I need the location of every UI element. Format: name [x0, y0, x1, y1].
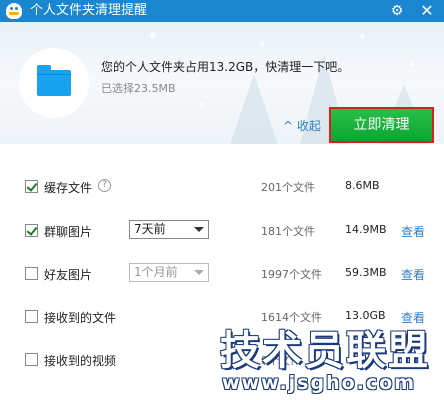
- snowflake: [200, 102, 205, 107]
- chevron-down-icon: [194, 227, 204, 232]
- header-panel: 您的个人文件夹占用13.2GB，快清理一下吧。 已选择23.5MB ^ 收起 立…: [0, 22, 444, 144]
- item-label: 好友图片: [44, 268, 93, 282]
- watermark-text: 技术员联盟: [220, 328, 430, 374]
- checkbox[interactable]: [25, 353, 38, 366]
- time-select[interactable]: 1个月前: [129, 263, 209, 282]
- close-icon[interactable]: ✕: [414, 0, 440, 22]
- checkbox[interactable]: [25, 267, 38, 280]
- chevron-down-icon: [194, 270, 204, 275]
- file-count: 181个文件: [261, 225, 315, 238]
- snowflake: [410, 62, 414, 66]
- select-value: 7天前: [134, 222, 166, 236]
- help-icon[interactable]: ?: [98, 179, 111, 192]
- watermark-url: www.jsgho.com: [222, 372, 416, 394]
- time-select[interactable]: 7天前: [129, 220, 209, 239]
- select-value: 1个月前: [134, 265, 178, 279]
- list-item: 缓存文件 ? 201个文件 8.6MB: [0, 169, 444, 205]
- title-bar: 个人文件夹清理提醒 ⚙ ✕: [0, 0, 444, 22]
- file-size: 8.6MB: [345, 179, 380, 192]
- file-size: 14.9MB: [345, 223, 387, 236]
- checkbox[interactable]: [25, 310, 38, 323]
- window-title: 个人文件夹清理提醒: [30, 3, 148, 18]
- collapse-link[interactable]: ^ 收起: [283, 117, 321, 134]
- item-label: 群聊图片: [44, 225, 93, 239]
- file-count: 1997个文件: [261, 268, 322, 281]
- snowflake: [260, 42, 264, 46]
- selected-size: 已选择23.5MB: [101, 82, 176, 95]
- list-item: 好友图片 1个月前 1997个文件 59.3MB 查看: [0, 256, 444, 292]
- snowflake: [360, 34, 365, 39]
- view-link[interactable]: 查看: [401, 266, 425, 283]
- list-item: 群聊图片 7天前 181个文件 14.9MB 查看: [0, 213, 444, 249]
- gear-icon[interactable]: ⚙: [384, 0, 410, 22]
- snowflake: [150, 32, 156, 38]
- watermark: 技术员联盟 www.jsgho.com: [200, 318, 440, 398]
- qq-penguin-icon: [6, 3, 22, 19]
- background-tree: [230, 74, 278, 144]
- storage-message: 您的个人文件夹占用13.2GB，快清理一下吧。: [101, 60, 350, 74]
- file-size: 59.3MB: [345, 266, 387, 279]
- item-label: 接收到的文件: [44, 311, 117, 325]
- view-link[interactable]: 查看: [401, 223, 425, 240]
- file-count: 201个文件: [261, 181, 315, 194]
- folder-icon-circle: [19, 48, 89, 118]
- item-label: 接收到的视频: [44, 354, 117, 368]
- item-label: 缓存文件: [44, 181, 93, 195]
- folder-icon: [37, 65, 71, 96]
- checkbox[interactable]: [25, 180, 38, 193]
- checkbox[interactable]: [25, 224, 38, 237]
- clean-now-button[interactable]: 立即清理: [329, 107, 434, 143]
